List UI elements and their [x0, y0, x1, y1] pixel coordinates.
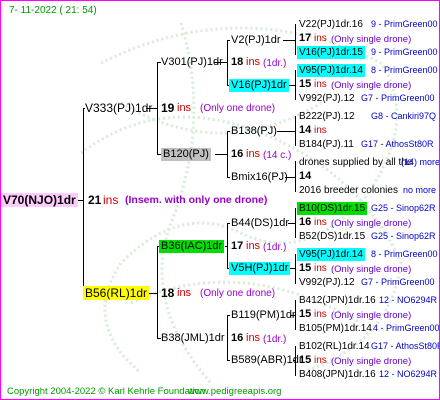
- g2-1-unit: ins: [246, 56, 261, 68]
- g2-queen-2[interactable]: B120(PJ): [161, 148, 211, 161]
- g4-1-parent-a-suffix: 9 - PrimGreen00: [371, 19, 438, 29]
- g1-top-unit: ins: [177, 102, 192, 114]
- g4-7-unit: ins: [314, 309, 327, 320]
- g2-2-note: (14 c.): [263, 150, 292, 161]
- g4-3-inbreeding: 14: [299, 124, 312, 136]
- g4-7-parent-b[interactable]: B105(PM)1dr.14: [299, 322, 372, 335]
- g4-8-parent-b-suffix: 12 - NO6294R: [379, 369, 438, 379]
- g1-bottom-note: (Only one drone): [200, 288, 276, 299]
- g2-1-inbreeding: 18: [231, 56, 244, 68]
- g3-queen-2[interactable]: V16(PJ)1dr: [229, 79, 289, 92]
- root-inbreeding: 21: [88, 193, 102, 207]
- g3-queen-1[interactable]: V2(PJ)1dr: [231, 34, 281, 47]
- g4-7-parent-a-suffix: 12 - NO6294R: [379, 295, 438, 305]
- g4-5-parent-b-suffix: G25 - Sinop62R: [371, 231, 436, 241]
- g4-8-parent-a[interactable]: B102(RL)1dr.14: [299, 340, 370, 353]
- g3-queen-5[interactable]: B44(DS)1dr: [231, 217, 289, 230]
- g4-7-inbreeding: 15: [299, 308, 312, 320]
- g4-1-inbreeding: 17: [299, 32, 312, 44]
- g4-5-parent-a-suffix: G25 - Sinop62R: [371, 203, 436, 213]
- g4-3-parent-a[interactable]: B222(PJ).12: [299, 110, 355, 123]
- copyright-text: Copyright 2004-2022 © Karl Kehrle Founda…: [7, 386, 206, 397]
- g2-3-note: (1dr.): [263, 242, 287, 253]
- g1-top-note: (Only one drone): [200, 103, 276, 114]
- g2-4-inbreeding: 16: [231, 332, 244, 344]
- root-note: (Insem. with only one drone): [125, 194, 268, 206]
- g4-6-note: (Only single drone): [331, 264, 412, 275]
- g4-6-parent-a[interactable]: V95(PJ)1dr.14: [297, 248, 365, 261]
- g4-2-note: (Only single drone): [331, 80, 412, 91]
- g1-bottom-inbreeding: 18: [161, 286, 175, 300]
- g4-1-parent-b-suffix: 9 - PrimGreen00: [371, 47, 438, 57]
- site-link[interactable]: www.pedigreeapis.org: [188, 385, 281, 398]
- g2-1-note: (1dr.): [263, 58, 287, 69]
- g4-5-note: (Only single drone): [331, 218, 412, 229]
- pedigree-panel: 7- 11-2022 ( 21: 54) V70(NJO)1dr 21 ins …: [0, 0, 440, 400]
- g2-queen-1[interactable]: V301(PJ)1dr: [161, 56, 223, 69]
- g4-7-parent-a[interactable]: B412(JPN)1dr.16: [299, 294, 376, 307]
- g4-6-inbreeding: 15: [299, 262, 312, 274]
- g4-2-parent-b[interactable]: V992(PJ).12: [299, 92, 355, 105]
- g4-3-parent-a-suffix: G8 - Cankiri97Q: [371, 111, 437, 121]
- g1-top-inbreeding: 19: [161, 101, 175, 115]
- g2-queen-3[interactable]: B36(IAC)1dr: [159, 240, 225, 253]
- g3-queen-8[interactable]: B589(ABR)1dr: [231, 354, 303, 367]
- g4-8-inbreeding: 15: [299, 354, 312, 366]
- g4-1-unit: ins: [314, 33, 327, 44]
- g4-7-parent-b-suffix: 4 - PrimGreen00: [373, 323, 440, 333]
- g4-1-parent-b[interactable]: V16(PJ)1dr.15: [297, 46, 365, 59]
- g4-6-parent-a-suffix: 8 - PrimGreen00: [371, 249, 438, 259]
- g4-4-colonies-suffix: no more: [403, 185, 437, 195]
- g4-2-parent-b-suffix: G7 - PrimGreen00: [361, 93, 435, 103]
- g4-3-unit: ins: [314, 125, 327, 136]
- g4-4-colonies-line: 2016 breeder colonies: [299, 185, 398, 196]
- g3-queen-6[interactable]: V5H(PJ)1dr: [229, 262, 291, 275]
- g4-7-note: (Only single drone): [331, 310, 412, 321]
- g4-4-drones-line: drones supplied by all the: [299, 157, 413, 168]
- root-unit: ins: [103, 193, 119, 207]
- g4-8-unit: ins: [314, 355, 327, 366]
- g2-2-inbreeding: 16: [231, 148, 244, 160]
- g4-4-drones-suffix: (14) more: [401, 157, 440, 167]
- g4-5-parent-b[interactable]: B52(DS)1dr.15: [299, 230, 365, 243]
- g2-4-note: (1dr.): [263, 334, 287, 345]
- g4-3-parent-b[interactable]: B184(PJ).11: [299, 138, 354, 151]
- g2-4-unit: ins: [246, 332, 261, 344]
- g2-2-unit: ins: [246, 148, 261, 160]
- g4-2-inbreeding: 15: [299, 78, 312, 90]
- g1-queen-top[interactable]: V333(PJ)1dr: [85, 101, 152, 115]
- g4-5-parent-a[interactable]: B10(DS)1dr.15: [297, 202, 368, 215]
- g4-3-parent-b-suffix: G17 - AthosSt80R: [361, 139, 434, 149]
- g2-3-unit: ins: [246, 240, 261, 252]
- g4-8-parent-a-suffix: G17 - AthosSt80R: [371, 341, 440, 351]
- g4-8-note: (Only single drone): [331, 356, 412, 367]
- g4-1-parent-a[interactable]: V22(PJ)1dr.16: [299, 18, 363, 31]
- g1-queen-bottom[interactable]: B56(RL)1dr: [83, 286, 150, 300]
- g4-2-unit: ins: [314, 79, 327, 90]
- g4-8-parent-b[interactable]: B408(JPN)1dr.16: [299, 368, 376, 381]
- g4-1-note: (Only single drone): [331, 34, 412, 45]
- g4-6-unit: ins: [314, 263, 327, 274]
- root-queen-id[interactable]: V70(NJO)1dr: [1, 193, 78, 207]
- g4-6-parent-b-suffix: G7 - PrimGreen00: [361, 277, 435, 287]
- g3-queen-7[interactable]: B119(PM)1dr: [231, 309, 296, 322]
- g4-5-inbreeding: 16: [299, 216, 312, 228]
- g2-queen-4[interactable]: B38(JML)1dr: [161, 332, 225, 345]
- g4-6-parent-b[interactable]: V992(PJ).12: [299, 276, 355, 289]
- g3-queen-4[interactable]: Bmix16(PJ): [231, 171, 288, 184]
- g2-3-inbreeding: 17: [231, 240, 244, 252]
- g4-2-parent-a-suffix: 8 - PrimGreen00: [371, 65, 438, 75]
- g3-queen-3[interactable]: B138(PJ): [231, 125, 277, 138]
- g4-2-parent-a[interactable]: V95(PJ)1dr.14: [297, 64, 365, 77]
- generated-date: 7- 11-2022 ( 21: 54): [9, 5, 97, 16]
- g4-5-unit: ins: [314, 217, 327, 228]
- g4-4-inbreeding: 14: [299, 170, 312, 182]
- g1-bottom-unit: ins: [177, 287, 192, 299]
